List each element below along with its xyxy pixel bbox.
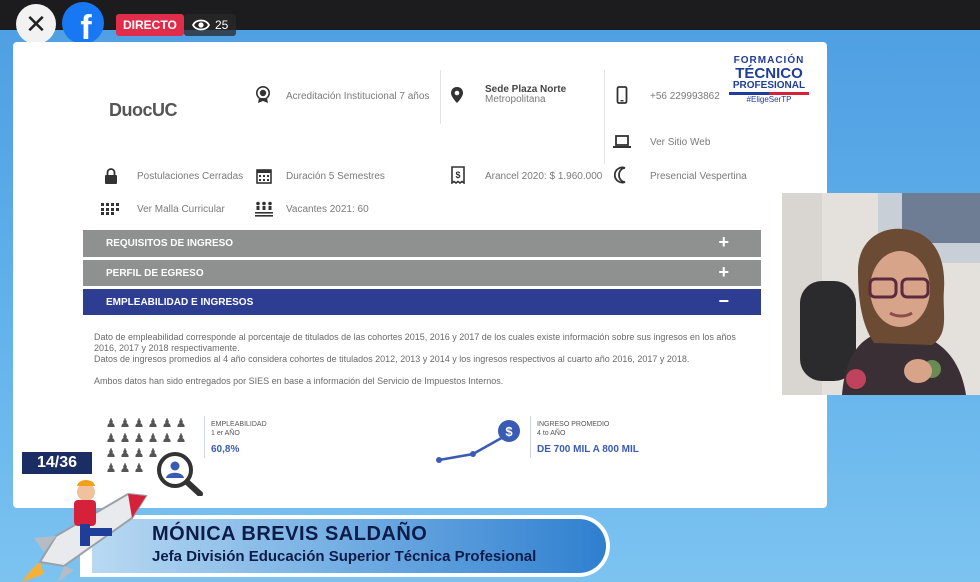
ingreso-value: DE 700 MIL A 800 MIL	[537, 444, 639, 455]
paragraph-fuente: Ambos datos han sido entregados por SIES…	[94, 376, 504, 386]
accreditation-text: Acreditación Institucional 7 años	[286, 91, 430, 102]
speaker-name: MÓNICA BREVIS SALDAÑO	[152, 523, 428, 545]
webcam-video	[782, 193, 980, 395]
location-icon	[448, 86, 466, 104]
duracion-text: Duración 5 Semestres	[286, 171, 385, 182]
paragraph-ingresos: Datos de ingresos promedios al 4 año con…	[94, 354, 690, 364]
rocket-mascot-icon	[22, 480, 148, 582]
paragraph-empleabilidad: Dato de empleabilidad corresponde al por…	[94, 332, 736, 353]
moon-icon	[613, 166, 631, 184]
svg-text:$: $	[455, 170, 460, 180]
receipt-icon: $	[449, 166, 467, 184]
jornada-text: Presencial Vespertina	[650, 171, 747, 182]
viewer-count: 25	[184, 14, 237, 36]
divider	[204, 416, 205, 458]
people-icon	[255, 200, 273, 218]
income-trend-icon: $	[436, 420, 520, 463]
collapse-icon: −	[718, 291, 729, 311]
empleabilidad-label: EMPLEABILIDAD 1 er AÑO	[211, 420, 267, 438]
arancel-text: Arancel 2020: $ 1.960.000	[485, 171, 603, 182]
ingreso-label-2: 4 to AÑO	[537, 430, 566, 437]
postulaciones-text: Postulaciones Cerradas	[137, 171, 244, 182]
calendar-icon	[255, 167, 273, 185]
ingreso-label: INGRESO PROMEDIO 4 to AÑO	[537, 420, 609, 438]
close-icon: ✕	[25, 8, 47, 39]
phone-number[interactable]: +56 229993862	[650, 91, 720, 102]
divider	[530, 416, 531, 458]
empleabilidad-label-1: EMPLEABILIDAD	[211, 421, 267, 428]
malla-link[interactable]: Ver Malla Curricular	[137, 204, 225, 215]
divider	[604, 70, 605, 164]
accordion-label: REQUISITOS DE INGRESO	[106, 238, 234, 249]
svg-text:$: $	[505, 424, 513, 439]
empleabilidad-value: 60,8%	[211, 444, 240, 455]
accordion-empleabilidad[interactable]: EMPLEABILIDAD E INGRESOS −	[83, 288, 761, 315]
expand-icon: +	[718, 232, 729, 252]
ftp-hashtag: #EligeSerTP	[746, 95, 792, 104]
viewer-count-value: 25	[215, 18, 229, 32]
accordion-perfil[interactable]: PERFIL DE EGRESO +	[83, 259, 761, 286]
speaker-role: Jefa División Educación Superior Técnica…	[152, 548, 537, 565]
vacantes-text: Vacantes 2021: 60	[286, 204, 369, 215]
divider	[440, 70, 441, 124]
close-button[interactable]: ✕	[16, 4, 56, 44]
phone-icon	[613, 86, 631, 104]
ftp-line3: PROFESIONAL	[732, 80, 806, 91]
eye-icon	[192, 19, 210, 31]
lock-icon	[102, 167, 120, 185]
sede-block: Sede Plaza Norte Metropolitana	[485, 85, 566, 105]
ingreso-label-1: INGRESO PROMEDIO	[537, 421, 610, 428]
presentation-slide: DuocUC Acreditación Institucional 7 años…	[13, 42, 827, 508]
ftp-line2: TÉCNICO	[735, 65, 803, 82]
grid-icon	[101, 200, 119, 218]
accordion-label: EMPLEABILIDAD E INGRESOS	[106, 296, 254, 308]
search-person-icon	[157, 452, 203, 496]
expand-icon: +	[718, 262, 729, 282]
formacion-tecnico-logo: FORMACIÓN TÉCNICO PROFESIONAL #EligeSerT…	[729, 56, 809, 104]
duocuc-logo: DuocUC	[109, 100, 178, 120]
sede-subtitle: Metropolitana	[485, 94, 546, 105]
award-icon	[254, 86, 272, 104]
live-badge: DIRECTO	[116, 14, 184, 36]
facebook-icon: f	[62, 2, 104, 44]
accordion-label: PERFIL DE EGRESO	[106, 267, 204, 279]
website-link[interactable]: Ver Sitio Web	[650, 137, 710, 148]
empleabilidad-label-2: 1 er AÑO	[211, 430, 240, 437]
accordion-requisitos[interactable]: REQUISITOS DE INGRESO +	[83, 230, 761, 257]
laptop-icon	[613, 133, 631, 151]
